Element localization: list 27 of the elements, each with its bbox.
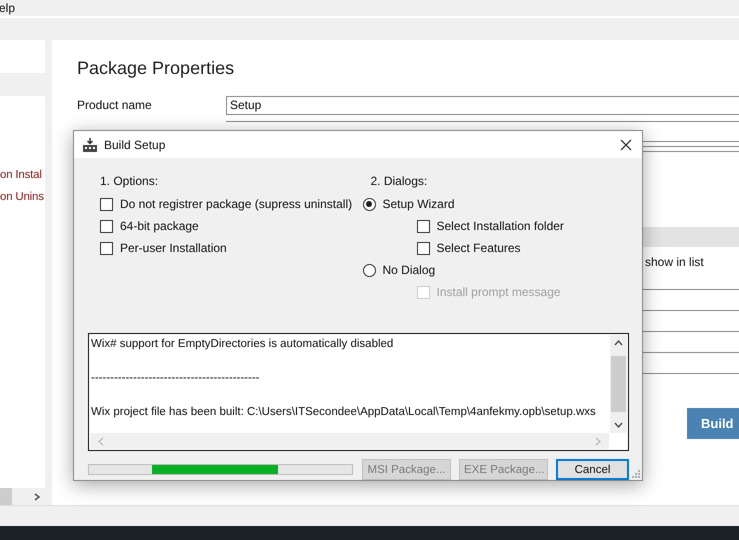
log-line: Wix project file has been built: C:\Users\ITSecondee\AppData\Local\Temp\4anfekmy.opb\setup.wxs — [91, 406, 596, 418]
dialog-title: Build Setup — [104, 138, 166, 152]
section-heading: 2. Dialogs: — [370, 173, 428, 190]
checkbox-option[interactable]: Select Features — [416, 237, 521, 259]
input-field[interactable]: Setup — [226, 96, 739, 114]
package-icon — [82, 136, 98, 152]
section-heading: 1. Options: — [100, 173, 160, 190]
sidebar-item[interactable]: on Instal — [0, 164, 42, 186]
scroll-bar[interactable] — [90, 433, 609, 449]
close-icon[interactable] — [620, 138, 632, 150]
resize-grip-icon[interactable] — [632, 470, 640, 478]
radio-option[interactable]: No Dialog — [362, 259, 436, 281]
field-label: Product name — [77, 98, 153, 112]
build-button[interactable]: Build — [687, 408, 739, 439]
checkbox-option: Install prompt message — [416, 281, 561, 303]
page-title: Package Properties — [77, 57, 236, 80]
option-label: show in list — [645, 255, 704, 269]
log-line: -------------------------------------------- — [91, 372, 260, 384]
checkbox-option[interactable]: Do not registrer package (supress uninstall) — [100, 193, 352, 215]
dialog-button[interactable]: Cancel — [556, 459, 629, 480]
log-line: Wix# support for EmptyDirectories is automatically disabled — [91, 338, 394, 350]
sidebar-item[interactable]: on Unins — [0, 186, 44, 208]
checkbox-option[interactable]: Per-user Installation — [100, 237, 227, 259]
checkbox-option[interactable]: Select Installation folder — [416, 215, 564, 237]
radio-option[interactable]: Setup Wizard — [362, 193, 455, 215]
scroll-bar[interactable] — [610, 335, 627, 433]
checkbox-option[interactable]: 64-bit package — [100, 215, 199, 237]
